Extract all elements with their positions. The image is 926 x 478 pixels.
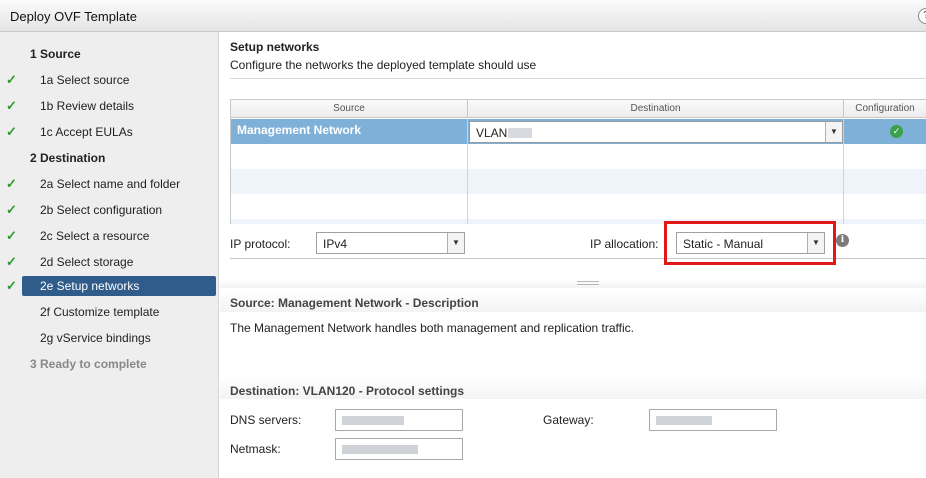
wizard-step-label: 2a Select name and folder	[40, 177, 181, 191]
check-icon: ✓	[6, 72, 17, 87]
wizard-step-label: 2f Customize template	[40, 305, 160, 319]
help-icon[interactable]: ?	[918, 8, 926, 24]
info-icon[interactable]: i	[836, 234, 849, 247]
wizard-step[interactable]: ✓ 2b Select configuration	[0, 200, 219, 220]
wizard-step: 3 Ready to complete	[0, 354, 219, 374]
check-icon: ✓	[6, 202, 17, 217]
wizard-step[interactable]: ✓ 1c Accept EULAs	[0, 122, 219, 142]
dns-servers-label: DNS servers:	[230, 413, 302, 427]
gateway-label: Gateway:	[543, 413, 594, 427]
protocol-settings-header: Destination: VLAN120 - Protocol settings	[220, 377, 926, 399]
column-header-configuration[interactable]: Configuration	[844, 100, 926, 118]
chevron-down-icon[interactable]: ▼	[447, 233, 464, 253]
netmask-label: Netmask:	[230, 442, 281, 456]
dns-servers-input[interactable]	[335, 409, 463, 431]
wizard-step-label: 2e Setup networks	[40, 279, 140, 293]
description-title: Source: Management Network - Description	[230, 296, 479, 310]
column-header-source[interactable]: Source	[231, 100, 468, 118]
ip-allocation-select[interactable]: Static - Manual ▼	[676, 232, 825, 254]
wizard-step-label: 1b Review details	[40, 99, 135, 113]
wizard-step-label: 2b Select configuration	[40, 203, 163, 217]
wizard-step[interactable]: 2g vService bindings	[0, 328, 219, 348]
ip-allocation-value: Static - Manual	[683, 237, 764, 251]
destination-network-value: VLAN	[476, 126, 508, 140]
wizard-step[interactable]: 1 Source	[0, 44, 219, 64]
check-icon: ✓	[6, 254, 17, 269]
splitter-grip-icon[interactable]	[577, 281, 599, 285]
source-network-name: Management Network	[237, 123, 362, 137]
redacted-text	[342, 416, 404, 425]
wizard-step[interactable]: ✓ 1b Review details	[0, 96, 219, 116]
wizard-step-label: 1a Select source	[40, 73, 130, 87]
destination-network-select[interactable]: VLAN ▼	[469, 121, 843, 143]
ip-protocol-select[interactable]: IPv4 ▼	[316, 232, 465, 254]
main-panel: Setup networks Configure the networks th…	[220, 32, 926, 478]
wizard-step-label: 2c Select a resource	[40, 229, 150, 243]
check-icon: ✓	[6, 176, 17, 191]
window-titlebar: Deploy OVF Template ?	[0, 0, 926, 32]
table-row	[231, 169, 926, 194]
wizard-step-label: 2 Destination	[30, 151, 106, 165]
page-title: Setup networks	[230, 40, 320, 54]
redacted-text	[508, 128, 532, 138]
page-subtitle: Configure the networks the deployed temp…	[230, 58, 537, 72]
table-row[interactable]: Management Network VLAN ▼ ✓	[231, 119, 926, 144]
wizard-step[interactable]: ✓ 2a Select name and folder	[0, 174, 219, 194]
protocol-settings-title: Destination: VLAN120 - Protocol settings	[230, 384, 465, 398]
wizard-step-label: 3 Ready to complete	[30, 357, 147, 371]
check-icon: ✓	[6, 278, 17, 293]
wizard-step[interactable]: 2f Customize template	[0, 302, 219, 322]
redacted-text	[342, 445, 418, 454]
gateway-input[interactable]	[649, 409, 777, 431]
table-row	[231, 194, 926, 219]
divider	[230, 78, 926, 79]
wizard-step[interactable]: ✓ 2d Select storage	[0, 252, 219, 272]
wizard-step-label: 2g vService bindings	[40, 331, 151, 345]
chevron-down-icon[interactable]: ▼	[807, 233, 824, 253]
wizard-step[interactable]: ✓ 2c Select a resource	[0, 226, 219, 246]
wizard-step[interactable]: 2 Destination	[0, 148, 219, 168]
window-title: Deploy OVF Template	[10, 9, 137, 24]
redacted-text	[656, 416, 712, 425]
description-text: The Management Network handles both mana…	[230, 321, 635, 335]
wizard-step[interactable]: ✓ 1a Select source	[0, 70, 219, 90]
wizard-step-label: 1 Source	[30, 47, 81, 61]
netmask-input[interactable]	[335, 438, 463, 460]
table-row	[231, 144, 926, 169]
chevron-down-icon[interactable]: ▼	[825, 122, 842, 142]
ip-allocation-label: IP allocation:	[590, 237, 659, 251]
check-icon: ✓	[6, 98, 17, 113]
check-icon: ✓	[6, 124, 17, 139]
wizard-step-label: 2d Select storage	[40, 255, 134, 269]
wizard-step-label: 1c Accept EULAs	[40, 125, 133, 139]
check-icon: ✓	[6, 228, 17, 243]
panel-splitter[interactable]	[220, 280, 926, 288]
ip-protocol-label: IP protocol:	[230, 237, 291, 251]
description-header: Source: Management Network - Description	[220, 290, 926, 312]
ok-status-icon: ✓	[890, 125, 903, 138]
wizard-step[interactable]: ✓ 2e Setup networks	[0, 276, 219, 296]
column-header-destination[interactable]: Destination	[468, 100, 844, 118]
wizard-steps-sidebar: 1 Source ✓ 1a Select source ✓ 1b Review deta…	[0, 32, 219, 478]
ip-protocol-value: IPv4	[323, 237, 348, 251]
